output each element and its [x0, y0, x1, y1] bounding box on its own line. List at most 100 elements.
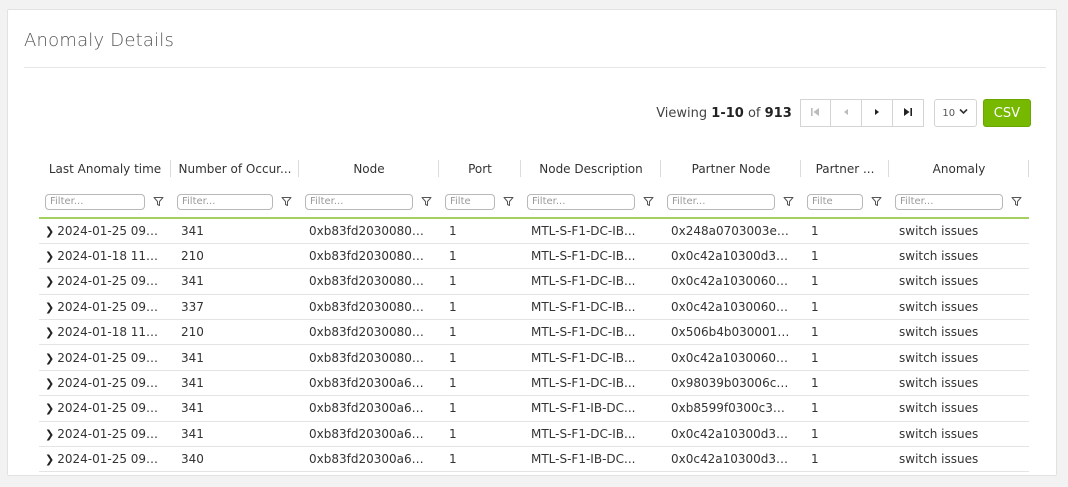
prev-page-button[interactable]	[830, 99, 862, 127]
table-cell: 340	[171, 446, 299, 473]
column-header-anomaly[interactable]: Anomaly	[889, 151, 1029, 186]
table-cell: MTL-S-F1-IB-DC...	[521, 395, 661, 422]
table-cell: 0xb83fd20300803...	[299, 344, 439, 371]
funnel-icon[interactable]	[501, 196, 515, 208]
cell-text: 2024-01-18 11:00	[57, 325, 166, 340]
csv-export-button[interactable]: CSV	[982, 99, 1031, 127]
last-page-button[interactable]	[892, 99, 924, 127]
chevron-right-icon[interactable]: ❯	[45, 428, 54, 441]
chevron-right-icon[interactable]: ❯	[45, 352, 54, 365]
table-cell: 0x98039b03006c6...	[661, 370, 801, 397]
table-cell: MTL-S-F1-DC-IB...	[521, 370, 661, 397]
page-size-value: 10	[942, 107, 956, 119]
column-filter-input[interactable]: Filte	[445, 193, 495, 210]
table-row[interactable]: ❯ 2024-01-25 09:00 341 0xb83fd20300803... 1 M…	[39, 344, 1029, 371]
chevron-right-icon[interactable]: ❯	[45, 402, 54, 415]
table-cell: 341	[171, 370, 299, 397]
table-cell: 1	[439, 218, 521, 244]
column-filter-input[interactable]: Filter...	[667, 193, 775, 210]
column-filter-input[interactable]: Filter...	[895, 193, 1003, 210]
table-cell: switch issues	[889, 421, 1029, 448]
chevron-down-icon	[959, 108, 968, 118]
filter-cell: Filte	[439, 186, 521, 219]
table-row[interactable]: ❯ 2024-01-25 09:00 340 0xb83fd20300a6b... 1 M…	[39, 446, 1029, 473]
table-cell: MTL-S-F1-DC-IB...	[521, 319, 661, 346]
viewing-range: 1-10	[711, 105, 744, 121]
column-filter-input[interactable]: Filter...	[527, 193, 635, 210]
column-filter-input[interactable]: Filter...	[45, 193, 145, 210]
table-cell: MTL-S-F1-DC-IB...	[521, 294, 661, 321]
column-filter-input[interactable]: Filte	[807, 193, 863, 210]
table-cell: 210	[171, 319, 299, 346]
table-cell: 0xb8599f0300c30...	[661, 395, 801, 422]
chevron-right-icon[interactable]: ❯	[45, 377, 54, 390]
table-cell: switch issues	[889, 344, 1029, 371]
chevron-right-icon[interactable]: ❯	[45, 225, 54, 238]
chevron-right-icon[interactable]: ❯	[45, 275, 54, 288]
filter-cell: Filte	[801, 186, 889, 219]
funnel-icon[interactable]	[869, 196, 883, 208]
funnel-icon[interactable]	[279, 196, 293, 208]
table-cell: MTL-S-F1-DC-IB...	[521, 218, 661, 244]
table-cell: switch issues	[889, 319, 1029, 346]
table-cell: MTL-S-F1-DC-IB...	[521, 421, 661, 448]
table-cell: ❯ 2024-01-25 09:00	[39, 421, 171, 448]
column-header-partner-node[interactable]: Partner Node	[661, 151, 801, 186]
table-cell: switch issues	[889, 294, 1029, 321]
filter-cell: Filter...	[39, 186, 171, 219]
title-divider	[24, 67, 1046, 68]
table-row[interactable]: ❯ 2024-01-25 09:00 341 0xb83fd20300a6b... 1 M…	[39, 395, 1029, 422]
column-header-number-of-occurrences[interactable]: Number of Occur...	[171, 151, 299, 186]
table-cell: MTL-S-F1-DC-IB...	[521, 243, 661, 270]
funnel-icon[interactable]	[641, 196, 655, 208]
table-body: ❯ 2024-01-25 09:00 341 0xb83fd20300803... 1 M…	[39, 218, 1029, 473]
column-header-port[interactable]: Port	[439, 151, 521, 186]
cell-text: 2024-01-25 09:00	[57, 376, 166, 391]
next-page-button[interactable]	[861, 99, 893, 127]
page-title: Anomaly Details	[24, 30, 175, 51]
table-cell: 0xb83fd20300803...	[299, 268, 439, 295]
table-toolbar: Viewing 1-10 of 913 10 CSV	[656, 98, 1031, 128]
table-cell: 1	[439, 446, 521, 473]
column-header-node[interactable]: Node	[299, 151, 439, 186]
table-row[interactable]: ❯ 2024-01-25 09:00 341 0xb83fd20300803... 1 M…	[39, 218, 1029, 244]
column-filter-input[interactable]: Filter...	[305, 193, 413, 210]
cell-text: 2024-01-25 09:00	[57, 452, 166, 467]
chevron-right-icon[interactable]: ❯	[45, 301, 54, 314]
chevron-right-icon[interactable]: ❯	[45, 453, 54, 466]
table-cell: 0xb83fd20300803...	[299, 319, 439, 346]
column-header-partner-port[interactable]: Partner ...	[801, 151, 889, 186]
cell-text: 2024-01-25 09:00	[57, 426, 166, 441]
funnel-icon[interactable]	[151, 196, 165, 208]
table-cell: 1	[439, 319, 521, 346]
column-header-last-anomaly-time[interactable]: Last Anomaly time	[39, 151, 171, 186]
table-cell: MTL-S-F1-DC-IB...	[521, 268, 661, 295]
table-cell: 1	[439, 421, 521, 448]
page-size-select[interactable]: 10	[933, 99, 977, 127]
table-cell: 210	[171, 243, 299, 270]
funnel-icon[interactable]	[419, 196, 433, 208]
table-cell: 0xb83fd20300803...	[299, 243, 439, 270]
table-row[interactable]: ❯ 2024-01-18 11:00 210 0xb83fd20300803... 1 M…	[39, 319, 1029, 346]
column-filter-input[interactable]: Filter...	[177, 193, 273, 210]
table-cell: switch issues	[889, 370, 1029, 397]
table-cell: 1	[801, 395, 889, 422]
funnel-icon[interactable]	[781, 196, 795, 208]
first-page-button[interactable]	[799, 99, 831, 127]
cell-text: 2024-01-25 09:00	[57, 350, 166, 365]
table-row[interactable]: ❯ 2024-01-25 09:00 341 0xb83fd20300a6b... 1 M…	[39, 421, 1029, 448]
table-row[interactable]: ❯ 2024-01-25 09:00 337 0xb83fd20300803... 1 M…	[39, 294, 1029, 321]
table-row[interactable]: ❯ 2024-01-18 11:00 210 0xb83fd20300803... 1 M…	[39, 243, 1029, 270]
table-cell: ❯ 2024-01-25 09:00	[39, 344, 171, 371]
column-header-node-description[interactable]: Node Description	[521, 151, 661, 186]
funnel-icon[interactable]	[1009, 196, 1023, 208]
table-cell: 1	[801, 243, 889, 270]
chevron-right-icon[interactable]: ❯	[45, 250, 54, 263]
table-row[interactable]: ❯ 2024-01-25 09:00 341 0xb83fd20300803... 1 M…	[39, 268, 1029, 295]
header-row: Last Anomaly time Number of Occur... Nod…	[39, 151, 1029, 186]
table-row[interactable]: ❯ 2024-01-25 09:00 341 0xb83fd20300a6b... 1 M…	[39, 370, 1029, 397]
cell-text: 2024-01-25 09:00	[57, 274, 166, 289]
table-cell: 341	[171, 344, 299, 371]
chevron-right-icon[interactable]: ❯	[45, 326, 54, 339]
table-cell: 341	[171, 395, 299, 422]
